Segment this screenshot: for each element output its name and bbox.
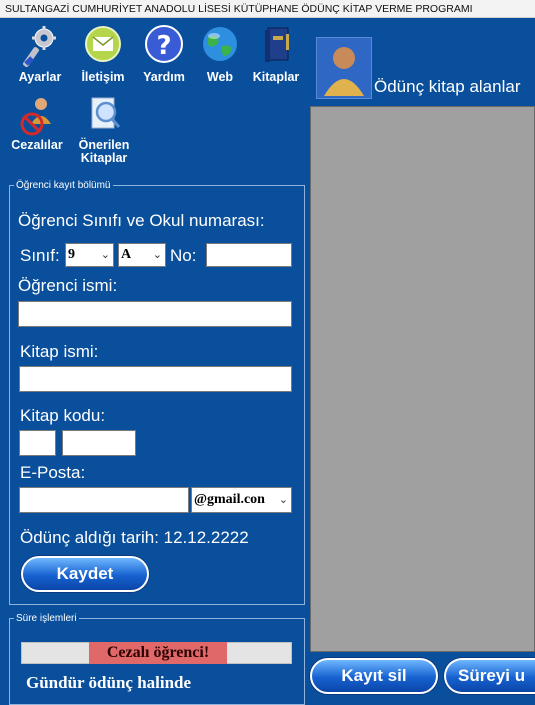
student-name-label: Öğrenci ismi: <box>18 276 118 295</box>
svg-text:?: ? <box>156 31 171 61</box>
school-number-input[interactable] <box>206 243 292 267</box>
toolbar-label: Cezalılar <box>11 138 63 152</box>
email-domain-select[interactable]: @gmail.con ⌄ <box>191 487 292 513</box>
email-input[interactable] <box>19 487 189 513</box>
borrow-date-label: Ödünç aldığı tarih: 12.12.2222 <box>20 528 249 547</box>
envelope-icon <box>85 26 121 62</box>
toolbar-label: Yardım <box>143 70 185 84</box>
toolbar-label: Kitaplar <box>252 70 300 84</box>
penalty-status-badge: Cezalı öğrenci! <box>89 642 227 664</box>
section-value: A <box>121 247 132 262</box>
toolbar-ayarlar-button[interactable]: Ayarlar <box>10 24 70 84</box>
section-select[interactable]: A ⌄ <box>118 243 166 267</box>
borrowers-list-panel[interactable] <box>310 106 535 652</box>
user-icon <box>324 47 364 96</box>
class-select[interactable]: 9 ⌄ <box>65 243 114 267</box>
toolbar-kitaplar-button[interactable]: Kitaplar <box>246 24 306 84</box>
student-name-input[interactable] <box>18 301 292 327</box>
save-button[interactable]: Kaydet <box>21 556 149 592</box>
wrench-gear-icon <box>23 26 56 67</box>
email-domain-value: @gmail.con <box>194 492 265 507</box>
class-label: Sınıf: <box>20 246 60 265</box>
book-code-part2-input[interactable] <box>62 430 136 456</box>
toolbar-web-button[interactable]: Web <box>190 24 250 84</box>
toolbar-cezalilar-button[interactable]: Cezalılar <box>5 96 69 152</box>
chevron-down-icon: ⌄ <box>100 248 110 261</box>
toolbar-label: İletişim <box>81 70 125 84</box>
globe-icon <box>203 27 237 61</box>
right-panel-header: Ödünç kitap alanlar <box>374 77 521 96</box>
chevron-down-icon: ⌄ <box>152 248 162 261</box>
book-icon <box>265 27 289 62</box>
book-name-label: Kitap ismi: <box>20 342 99 361</box>
banned-user-icon <box>20 98 51 136</box>
book-code-part1-input[interactable] <box>19 430 56 456</box>
search-document-icon <box>91 97 121 129</box>
book-name-input[interactable] <box>19 366 292 392</box>
toolbar-yardim-button[interactable]: ? Yardım <box>134 24 194 84</box>
window-title: SULTANGAZİ CUMHURİYET ANADOLU LİSESİ KÜT… <box>0 0 535 18</box>
toolbar-iletisim-button[interactable]: İletişim <box>73 24 133 84</box>
book-code-label: Kitap kodu: <box>20 406 106 425</box>
email-label: E-Posta: <box>20 463 86 482</box>
question-icon: ? <box>145 25 183 63</box>
duration-legend: Süre işlemleri <box>16 613 77 624</box>
delete-record-button[interactable]: Kayıt sil <box>310 658 438 694</box>
no-label: No: <box>170 246 197 265</box>
toolbar-onerilen-kitaplar-button[interactable]: Önerilen Kitaplar <box>72 94 136 165</box>
user-avatar <box>316 37 372 99</box>
class-value: 9 <box>68 247 75 262</box>
toolbar-label: Önerilen Kitaplar <box>78 138 130 165</box>
class-number-heading: Öğrenci Sınıfı ve Okul numarası: <box>18 211 265 230</box>
days-borrowed-text: Gündür ödünç halinde <box>26 673 192 692</box>
chevron-down-icon: ⌄ <box>278 493 288 506</box>
toolbar-label: Ayarlar <box>18 70 62 84</box>
extend-duration-button[interactable]: Süreyi u <box>444 658 535 694</box>
toolbar-label: Web <box>206 70 234 84</box>
registration-legend: Öğrenci kayıt bölümü <box>16 180 111 191</box>
